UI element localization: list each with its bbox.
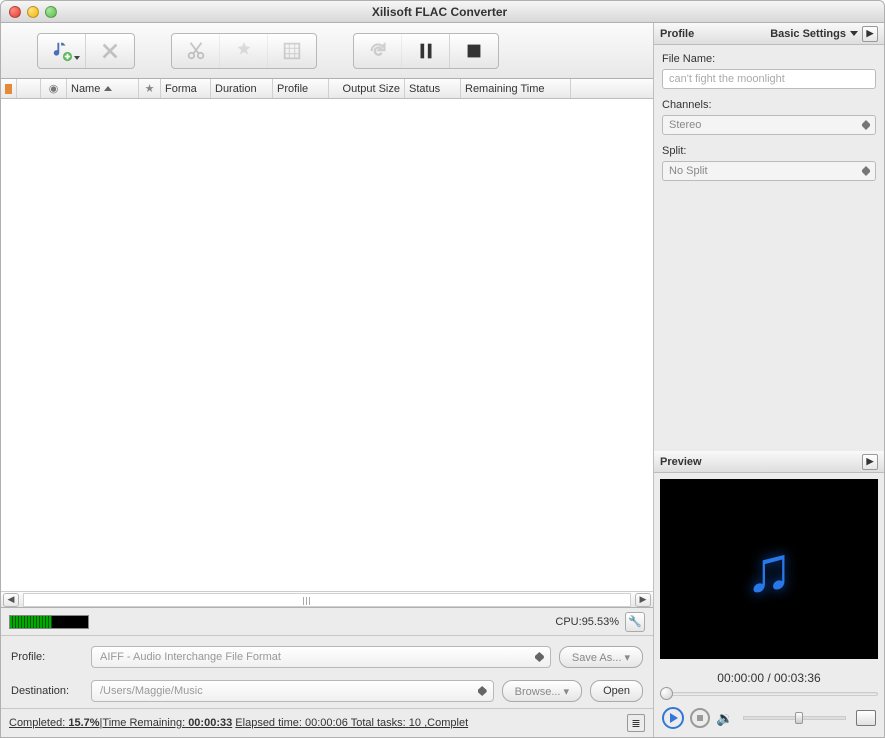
preview-area: ♫ bbox=[660, 479, 878, 659]
col-name[interactable]: Name bbox=[67, 79, 139, 98]
destination-label: Destination: bbox=[11, 685, 83, 697]
cut-button bbox=[172, 34, 220, 68]
play-icon bbox=[670, 713, 678, 723]
channels-label: Channels: bbox=[662, 99, 876, 111]
col-type[interactable]: ◉ bbox=[41, 79, 67, 98]
remove-button bbox=[86, 34, 134, 68]
main-toolbar bbox=[1, 23, 653, 79]
add-files-button[interactable] bbox=[38, 34, 86, 68]
basic-settings-tab[interactable]: Basic Settings bbox=[770, 28, 846, 40]
cpu-meter bbox=[9, 615, 89, 629]
play-button[interactable] bbox=[662, 707, 684, 729]
save-as-button[interactable]: Save As... ▾ bbox=[559, 646, 643, 668]
col-output[interactable]: Output Size bbox=[329, 79, 405, 98]
col-status[interactable]: Status bbox=[405, 79, 461, 98]
browse-button[interactable]: Browse... ▾ bbox=[502, 680, 582, 702]
stop-button[interactable] bbox=[450, 34, 498, 68]
col-remaining[interactable]: Remaining Time bbox=[461, 79, 571, 98]
dropdown-arrow-icon bbox=[850, 31, 858, 36]
preview-header: Preview ▶ bbox=[654, 451, 884, 473]
wrench-icon: 🔧 bbox=[628, 615, 642, 628]
volume-icon: 🔉 bbox=[716, 710, 733, 727]
seek-thumb[interactable] bbox=[660, 687, 673, 700]
close-icon[interactable] bbox=[9, 6, 21, 18]
expand-panel-button[interactable]: ▶ bbox=[862, 26, 878, 42]
refresh-button bbox=[354, 34, 402, 68]
preview-time: 00:00:00 / 00:03:36 bbox=[654, 665, 884, 687]
status-bar: Completed: 15.7% | Time Remaining: 00:00… bbox=[1, 709, 653, 737]
col-duration[interactable]: Duration bbox=[211, 79, 273, 98]
col-stop[interactable] bbox=[1, 79, 17, 98]
seek-slider[interactable] bbox=[660, 687, 878, 701]
profile-panel-header: Profile Basic Settings ▶ bbox=[654, 23, 884, 45]
crop-button bbox=[268, 34, 316, 68]
dropdown-arrow-icon bbox=[74, 56, 80, 60]
destination-select[interactable]: /Users/Maggie/Music bbox=[91, 680, 494, 702]
minimize-icon[interactable] bbox=[27, 6, 39, 18]
log-button[interactable]: ≣ bbox=[627, 714, 645, 732]
zoom-icon[interactable] bbox=[45, 6, 57, 18]
volume-slider[interactable] bbox=[743, 716, 846, 720]
stop-icon bbox=[5, 84, 12, 94]
expand-preview-button[interactable]: ▶ bbox=[862, 454, 878, 470]
scroll-right-icon[interactable]: ▶ bbox=[635, 593, 651, 607]
channels-select[interactable]: Stereo bbox=[662, 115, 876, 135]
snapshot-button[interactable] bbox=[856, 710, 876, 726]
profile-select[interactable]: AIFF - Audio Interchange File Format bbox=[91, 646, 551, 668]
titlebar: Xilisoft FLAC Converter bbox=[1, 1, 884, 23]
scroll-left-icon[interactable]: ◀ bbox=[3, 593, 19, 607]
table-header: ◉ Name ★ Forma Duration Profile Output S… bbox=[1, 79, 653, 99]
cpu-bar: CPU:95.53% 🔧 bbox=[1, 608, 653, 636]
window-title: Xilisoft FLAC Converter bbox=[57, 5, 822, 19]
open-button[interactable]: Open bbox=[590, 680, 643, 702]
settings-button[interactable]: 🔧 bbox=[625, 612, 645, 632]
profile-label: Profile: bbox=[11, 651, 83, 663]
col-format[interactable]: Forma bbox=[161, 79, 211, 98]
cpu-label: CPU: bbox=[555, 616, 581, 628]
pause-button[interactable] bbox=[402, 34, 450, 68]
cpu-value: 95.53% bbox=[582, 616, 619, 628]
horizontal-scrollbar[interactable]: ◀ ▶ bbox=[1, 591, 653, 607]
col-check[interactable] bbox=[17, 79, 41, 98]
effects-button bbox=[220, 34, 268, 68]
list-icon: ≣ bbox=[631, 717, 640, 730]
music-note-icon: ♫ bbox=[745, 532, 793, 606]
split-label: Split: bbox=[662, 145, 876, 157]
col-profile[interactable]: Profile bbox=[273, 79, 329, 98]
split-select[interactable]: No Split bbox=[662, 161, 876, 181]
col-star[interactable]: ★ bbox=[139, 79, 161, 98]
sort-asc-icon bbox=[104, 86, 112, 91]
filename-label: File Name: bbox=[662, 53, 876, 65]
filename-field[interactable]: can't fight the moonlight bbox=[662, 69, 876, 89]
file-table: ◉ Name ★ Forma Duration Profile Output S… bbox=[1, 79, 653, 608]
preview-stop-button[interactable] bbox=[690, 708, 710, 728]
